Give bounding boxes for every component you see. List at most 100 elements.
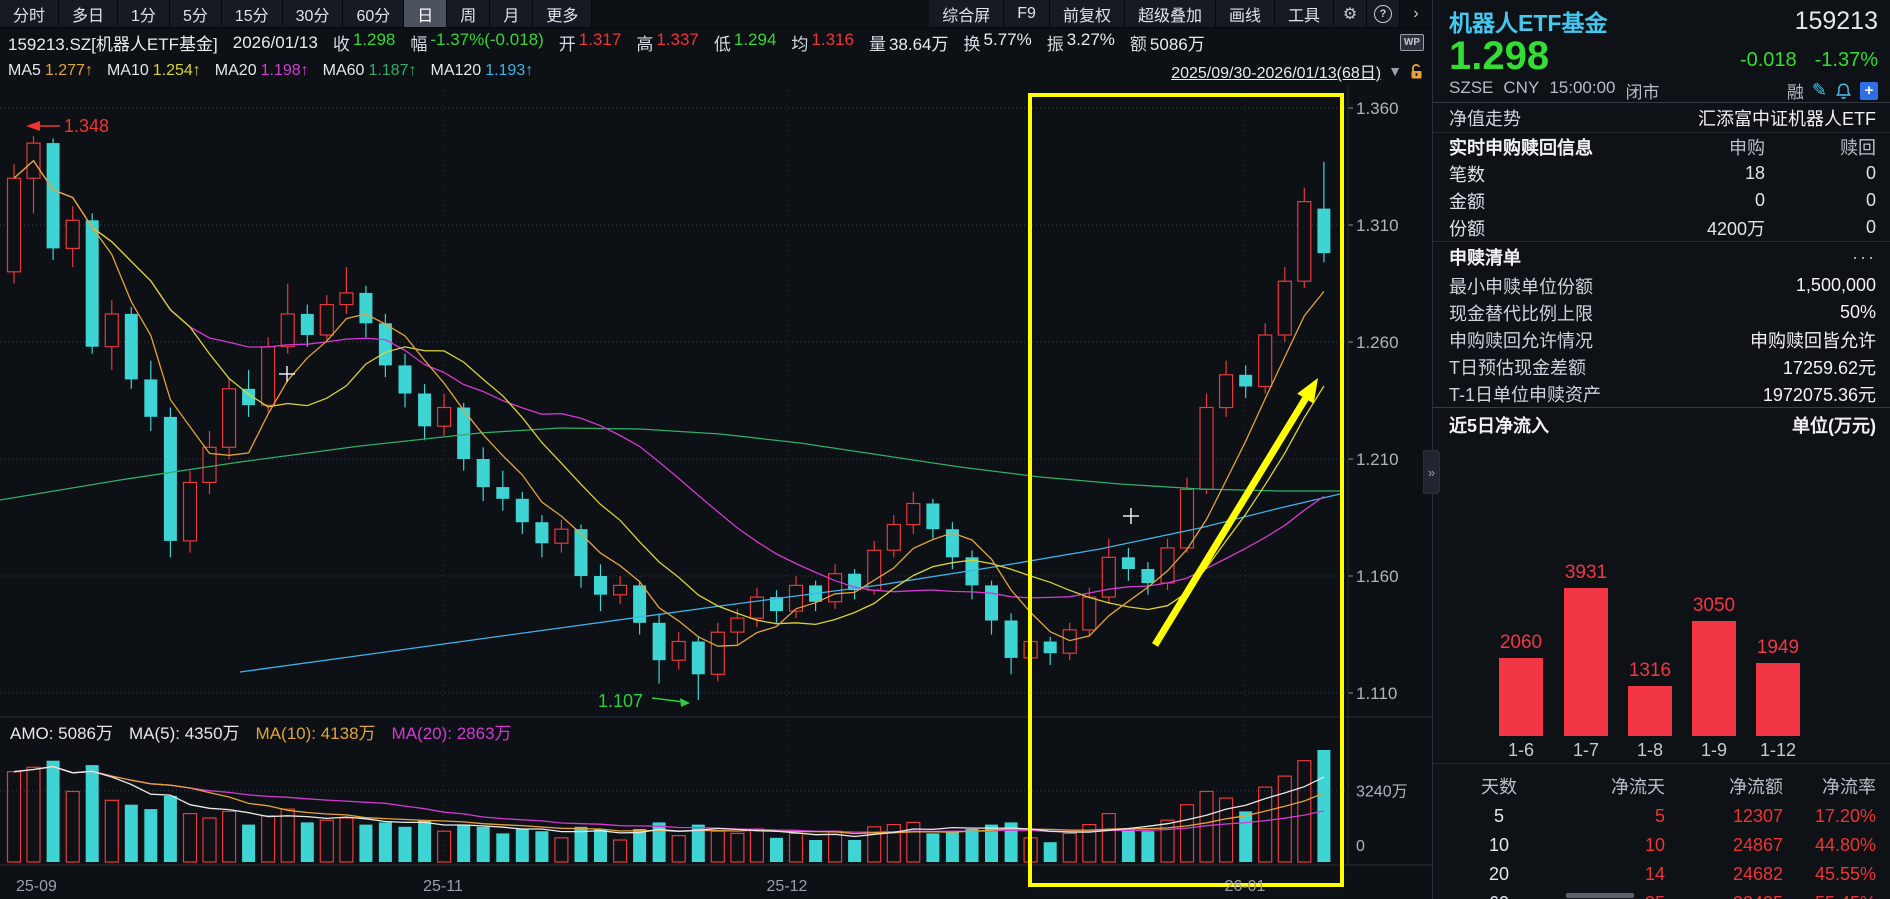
toolbar-button-工具[interactable]: 工具 <box>1274 0 1334 27</box>
info-field-换: 换 5.77% <box>963 30 1032 54</box>
flow-bar-1-9[interactable] <box>1692 621 1736 736</box>
horizontal-scrollbar[interactable] <box>1566 893 1634 898</box>
help-icon[interactable]: ? <box>1367 0 1400 27</box>
ma-items: MA5 1.277↑ MA10 1.254↑ MA20 1.198↑ MA60 1.187↑ M… <box>8 62 533 80</box>
toolbar-tabs: 分时 多日 1分 5分 15分 30分 60分日周月更多 <box>0 0 593 27</box>
tab-30分[interactable]: 30分 <box>282 0 344 27</box>
tab-1分[interactable]: 1分 <box>118 0 170 27</box>
svg-text:1.360: 1.360 <box>1356 99 1399 118</box>
flow-bar-value: 3931 <box>1564 562 1608 583</box>
flow-table-row[interactable]: 60353343555.45% <box>1433 889 1890 899</box>
list-row: T-1日单位申赎资产 1972075.36元 <box>1449 384 1876 405</box>
flow-bar-value: 1316 <box>1628 660 1672 681</box>
tab-15分[interactable]: 15分 <box>221 0 283 27</box>
amo-item: MA(10): 4138万 <box>255 724 376 743</box>
svg-text:1.210: 1.210 <box>1356 450 1399 469</box>
add-plus-icon[interactable]: + <box>1860 81 1878 100</box>
tab-分时[interactable]: 分时 <box>0 0 60 27</box>
tab-5分[interactable]: 5分 <box>169 0 222 27</box>
flow-bar-1-12[interactable] <box>1756 663 1800 736</box>
nav-label: 净值走势 <box>1449 108 1521 129</box>
ma-bar: MA5 1.277↑ MA10 1.254↑ MA20 1.198↑ MA60 1.187↑ M… <box>0 57 1432 85</box>
date-range-control[interactable]: 2025/09/30-2026/01/13(68日) ▼ <box>1171 59 1424 83</box>
realtime-rows: 笔数 18 0 金额 0 0 份额 4200万 0 <box>1433 160 1890 242</box>
toolbar-right: 综合屏 F9 前复权 超级叠加 画线 工具 <box>929 0 1334 27</box>
list-title-row: 申赎清单 ··· <box>1433 242 1890 272</box>
list-row: 最小申赎单位份额 1,500,000 <box>1449 275 1876 297</box>
ma-value-MA60: MA60 1.187↑ <box>322 62 417 79</box>
svg-text:0: 0 <box>1356 838 1365 855</box>
wp-watermark-badge: WP <box>1399 34 1424 51</box>
svg-text:1.110: 1.110 <box>1356 684 1397 703</box>
flow-bar-1-7[interactable] <box>1564 588 1608 736</box>
svg-text:1.107: 1.107 <box>598 691 643 711</box>
market-status: 闭市 <box>1625 83 1660 102</box>
flow-bar-1-8[interactable] <box>1628 686 1672 736</box>
fund-name: 机器人ETF基金 <box>1449 10 1608 36</box>
trading-app: 分时 多日 1分 5分 15分 30分 60分日周月更多 综合屏 F9 前复权 超级叠加 画线 工具 … <box>0 0 1890 899</box>
net-inflow-table: 天数 净流天 净流额 净流率 5 5 12307 17.20% 10 10 24867 44.80% 2… <box>1433 772 1890 899</box>
amo-item: MA(5): 4350万 <box>129 724 240 743</box>
svg-text:1.348: 1.348 <box>64 116 109 136</box>
realtime-header-row: 实时申购赎回信息 申购 赎回 <box>1433 133 1890 160</box>
toolbar-button-前复权[interactable]: 前复权 <box>1049 0 1125 27</box>
exchange-label: SZSE <box>1449 78 1494 97</box>
price-change: -0.018 <box>1739 49 1797 71</box>
tab-更多[interactable]: 更多 <box>533 0 593 27</box>
quote-time: 15:00:00 <box>1549 78 1616 97</box>
price-change-pct: -1.37% <box>1814 49 1878 71</box>
info-field-幅: 幅 -1.37%(-0.018) <box>410 30 544 54</box>
margin-flag: 融 <box>1786 83 1804 102</box>
flow-bar-value: 1949 <box>1756 637 1800 658</box>
svg-text:1.260: 1.260 <box>1356 333 1399 352</box>
tab-日[interactable]: 日 <box>404 0 448 27</box>
info-field-开: 开 1.317 <box>558 30 622 54</box>
svg-text:25-11: 25-11 <box>423 878 463 895</box>
tab-月[interactable]: 月 <box>490 0 534 27</box>
flow-table-row[interactable]: 20 14 24682 45.55% <box>1433 860 1890 889</box>
flow-table-row[interactable]: 5 5 12307 17.20% <box>1433 802 1890 831</box>
settings-gear-icon[interactable]: ⚙ <box>1334 0 1367 27</box>
chevron-right-icon[interactable]: › <box>1400 0 1432 27</box>
ma-value-MA10: MA10 1.254↑ <box>106 62 201 79</box>
flow-bar-1-6[interactable] <box>1499 658 1543 736</box>
ma-value-MA5: MA5 1.277↑ <box>8 62 93 79</box>
right-panel: 机器人ETF基金 159213 1.298 -0.018 -1.37% SZSE… <box>1432 0 1890 899</box>
more-ellipsis-icon[interactable]: ··· <box>1852 247 1876 268</box>
date-range-label[interactable]: 2025/09/30-2026/01/13(68日) <box>1171 59 1381 83</box>
trade-date: 2026/01/13 <box>232 32 318 52</box>
unlock-icon[interactable] <box>1409 63 1424 80</box>
toolbar-button-F9[interactable]: F9 <box>1004 0 1050 27</box>
flow-title: 近5日净流入 <box>1449 416 1550 436</box>
chevron-down-icon[interactable]: ▼ <box>1388 63 1402 79</box>
list-row: T日预估现金差额 17259.62元 <box>1449 357 1876 378</box>
realtime-row-份额: 份额 4200万 0 <box>1449 217 1876 239</box>
tab-周[interactable]: 周 <box>447 0 491 27</box>
list-row: 申购赎回允许情况 申购赎回皆允许 <box>1449 330 1876 351</box>
info-field-均: 均 1.316 <box>791 30 854 54</box>
amo-item: MA(20): 2863万 <box>391 724 512 743</box>
nav-row: 净值走势 汇添富中证机器人ETF <box>1433 103 1890 133</box>
flow-table-row[interactable]: 10 10 24867 44.80% <box>1433 831 1890 860</box>
net-inflow-bar-chart[interactable]: 2060 1-6 3931 1-7 1316 1-8 3050 1-9 1949 1-12 <box>1433 442 1890 764</box>
tab-多日[interactable]: 多日 <box>59 0 119 27</box>
svg-text:1.310: 1.310 <box>1356 216 1399 235</box>
flow-bar-value: 2060 <box>1499 632 1543 653</box>
tab-60分[interactable]: 60分 <box>343 0 405 27</box>
panel-expander[interactable]: » <box>1423 450 1440 494</box>
candlestick-chart[interactable]: 1.360 1.310 1.260 1.210 1.160 1.110 3240万 0 1.34… <box>0 85 1432 899</box>
subscribe-column-header: 申购 <box>1729 137 1765 158</box>
nav-value[interactable]: 汇添富中证机器人ETF <box>1698 105 1876 131</box>
toolbar-button-超级叠加[interactable]: 超级叠加 <box>1124 0 1216 27</box>
alert-bell-icon[interactable] <box>1835 82 1852 100</box>
quote-header: 机器人ETF基金 159213 1.298 -0.018 -1.37% SZSE… <box>1433 0 1890 103</box>
edit-pencil-icon[interactable]: ✎ <box>1812 80 1827 101</box>
info-fields: 收 1.298 幅 -1.37%(-0.018) 开 1.317 高 1.337 低 1.294 均… <box>333 30 1205 55</box>
svg-text:3240万: 3240万 <box>1356 784 1408 801</box>
redeem-column-header: 赎回 <box>1840 137 1876 158</box>
toolbar-button-画线[interactable]: 画线 <box>1215 0 1275 27</box>
realtime-row-金额: 金额 0 0 <box>1449 190 1876 212</box>
fund-code: 159213 <box>1794 6 1878 35</box>
list-row: 现金替代比例上限 50% <box>1449 302 1876 324</box>
toolbar-button-综合屏[interactable]: 综合屏 <box>929 0 1005 27</box>
